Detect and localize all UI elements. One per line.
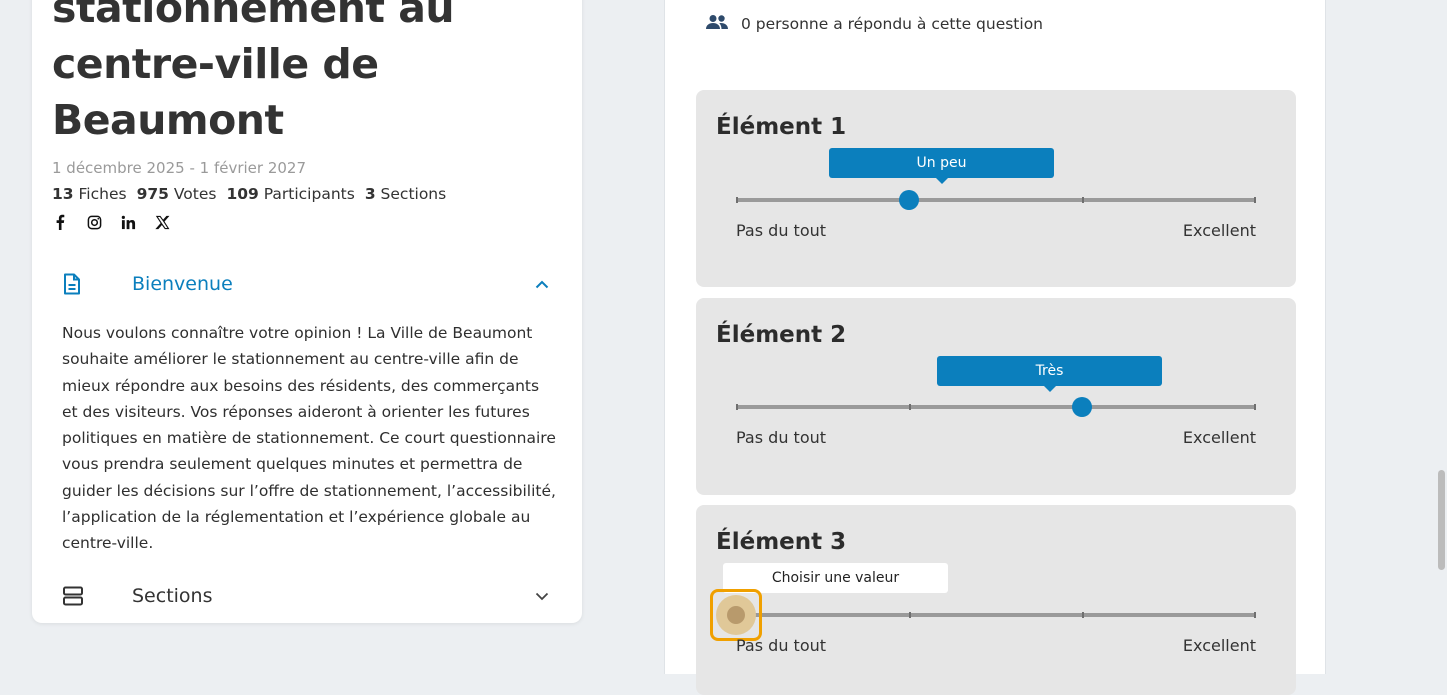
responses-count: 0 personne a répondu à cette question	[705, 14, 1043, 34]
slider-thumb-focused[interactable]	[710, 589, 762, 641]
slider-max-label: Excellent	[1182, 221, 1256, 240]
item-title: Élément 3	[716, 529, 847, 555]
slider-tick	[909, 404, 911, 410]
item-title: Élément 1	[716, 114, 847, 140]
item-title: Élément 2	[716, 322, 847, 348]
slider-tick	[1254, 404, 1256, 410]
instagram-icon[interactable]	[86, 214, 102, 230]
accordion-welcome-label: Bienvenue	[132, 273, 233, 295]
accordion-sections[interactable]: Sections	[52, 576, 562, 616]
slider-max-label: Excellent	[1182, 428, 1256, 447]
stat-participants: 109 Participants	[226, 185, 355, 203]
accordion-sections-label: Sections	[132, 585, 213, 607]
page-title: stationnement au centre-ville de Beaumon…	[52, 0, 455, 144]
rating-slider-2[interactable]	[736, 397, 1256, 417]
document-icon	[62, 273, 108, 295]
welcome-description: Nous voulons connaître votre opinion ! L…	[62, 324, 556, 553]
rating-slider-1[interactable]	[736, 190, 1256, 210]
slider-min-label: Pas du tout	[736, 636, 827, 655]
value-tooltip: Un peu	[829, 148, 1054, 184]
responses-text: 0 personne a répondu à cette question	[741, 15, 1044, 33]
accordion-welcome[interactable]: Bienvenue	[52, 264, 562, 304]
slider-tick	[1254, 612, 1256, 618]
slider-tick	[1082, 612, 1084, 618]
linkedin-icon[interactable]	[120, 214, 136, 230]
slider-tick	[736, 197, 738, 203]
stat-fiches: 13 Fiches	[52, 185, 127, 203]
facebook-icon[interactable]	[52, 214, 68, 230]
chevron-down-icon	[532, 586, 552, 606]
item-card-1: Élément 1 Un peu Pas du tout Excellent	[696, 90, 1296, 287]
slider-tick	[736, 404, 738, 410]
item-card-3: Élément 3 Choisir une valeur Pas du tout…	[696, 505, 1296, 695]
rating-slider-3[interactable]	[736, 612, 1256, 618]
chevron-up-icon	[532, 274, 552, 294]
slider-min-label: Pas du tout	[736, 221, 827, 240]
project-card: stationnement au centre-ville de Beaumon…	[32, 0, 582, 623]
slider-min-label: Pas du tout	[736, 428, 827, 447]
slider-max-label: Excellent	[1182, 636, 1256, 655]
people-icon	[705, 14, 729, 34]
item-card-2: Élément 2 Très Pas du tout Excellent	[696, 298, 1296, 495]
value-tooltip: Très	[937, 356, 1162, 392]
slider-thumb[interactable]	[899, 190, 919, 210]
slider-tick	[1254, 197, 1256, 203]
sections-icon	[62, 586, 108, 606]
social-links	[52, 214, 170, 230]
stat-votes: 975 Votes	[136, 185, 217, 203]
slider-thumb[interactable]	[1072, 397, 1092, 417]
slider-tick	[909, 612, 911, 618]
slider-tick	[1082, 197, 1084, 203]
page-scrollbar[interactable]	[1438, 470, 1445, 570]
project-dates: 1 décembre 2025 - 1 février 2027	[52, 159, 306, 177]
project-stats: 13 Fiches 975 Votes 109 Participants 3 S…	[52, 185, 446, 203]
question-panel: 0 personne a répondu à cette question Él…	[664, 0, 1326, 695]
x-icon[interactable]	[154, 214, 170, 230]
stat-sections: 3 Sections	[364, 185, 447, 203]
